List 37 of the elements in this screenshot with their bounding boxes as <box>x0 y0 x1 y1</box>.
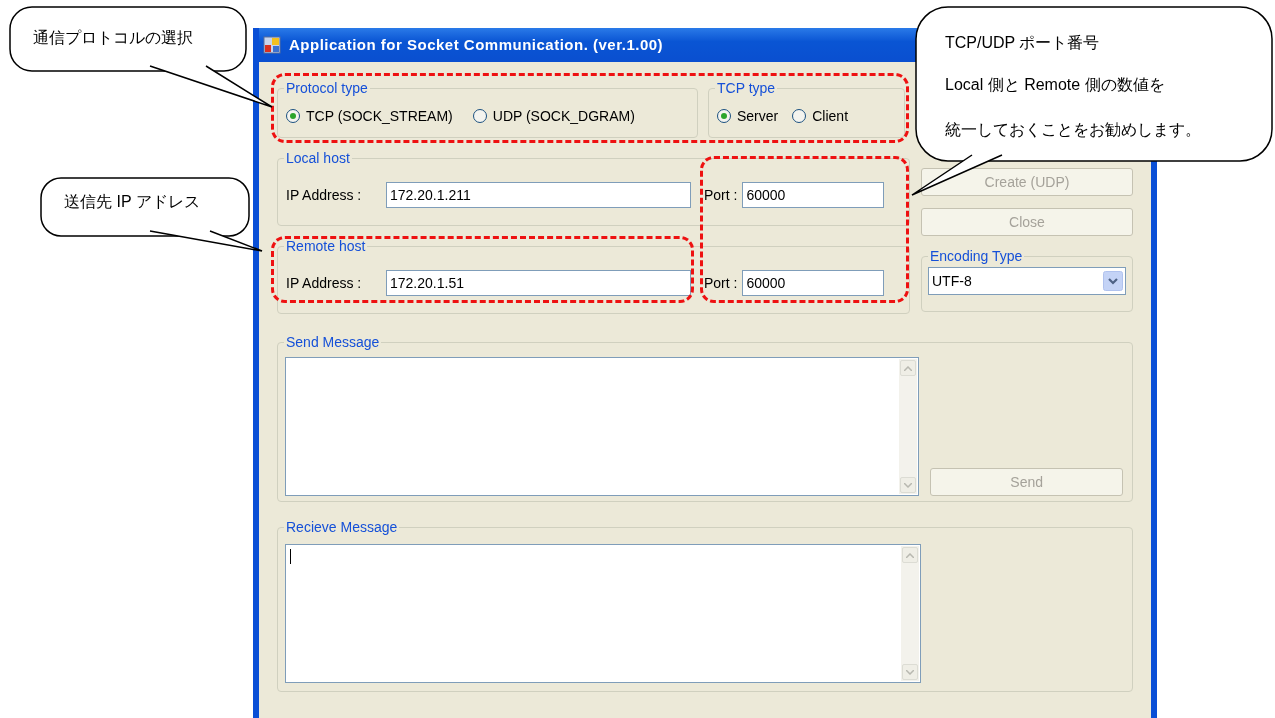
field-label: IP Address : <box>286 273 363 293</box>
field-label: IP Address : <box>286 185 363 205</box>
receive-text-area[interactable] <box>285 544 921 683</box>
scroll-down-button[interactable] <box>900 477 917 493</box>
radio-button[interactable]: Server <box>717 105 779 127</box>
encoding-dropdown[interactable]: UTF-8 <box>928 267 1126 295</box>
scroll-up-button[interactable] <box>902 547 918 563</box>
field-label: Port : <box>704 185 738 205</box>
field-label: Port : <box>704 273 738 293</box>
scrollbar[interactable] <box>899 359 918 494</box>
group-label: Recieve Message <box>284 518 400 536</box>
callout-text: 送信先 IP アドレス <box>64 192 200 212</box>
radio-button[interactable]: UDP (SOCK_DGRAM) <box>472 105 635 127</box>
radio-button[interactable]: Client <box>792 105 849 127</box>
scrollbar[interactable] <box>901 546 919 681</box>
callout-text: 通信プロトコルの選択 <box>33 28 193 48</box>
send-text-area[interactable] <box>285 357 920 496</box>
callout-text: Local 側と Remote 側の数値を <box>945 75 1165 95</box>
group-label: Protocol type <box>284 79 370 97</box>
window-title: Application for Socket Communication. (ver.1.00) <box>289 34 664 55</box>
radio-button[interactable]: TCP (SOCK_STREAM) <box>286 105 453 127</box>
app-icon <box>263 36 281 54</box>
ip-address-field[interactable]: 172.20.1.51 <box>386 270 691 296</box>
chevron-up-icon <box>906 552 914 558</box>
scroll-up-button[interactable] <box>900 360 917 376</box>
chevron-down-icon <box>906 669 914 675</box>
port-field[interactable]: 60000 <box>742 270 885 296</box>
callout-text: TCP/UDP ポート番号 <box>945 33 1100 53</box>
callout-text: 統一しておくことをお勧めします。 <box>945 120 1201 140</box>
group-label: Send Message <box>284 333 382 351</box>
port-field[interactable]: 60000 <box>742 182 885 208</box>
ip-address-field[interactable]: 172.20.1.211 <box>386 182 691 208</box>
scroll-down-button[interactable] <box>902 664 918 680</box>
text-caret <box>290 549 291 564</box>
chevron-down-icon <box>904 482 913 488</box>
chevron-up-icon <box>904 365 913 371</box>
group-label: Encoding Type <box>928 247 1025 265</box>
